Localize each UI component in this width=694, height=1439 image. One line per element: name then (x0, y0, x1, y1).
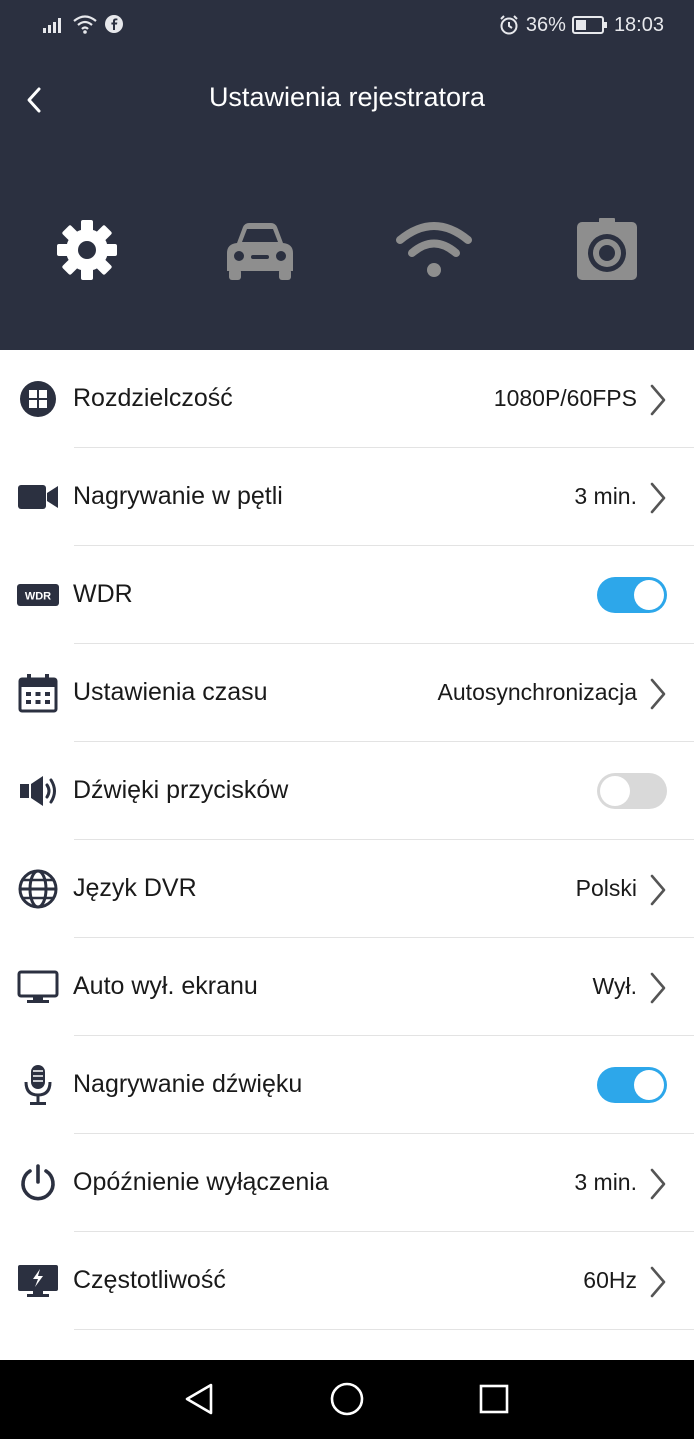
speaker-icon (17, 771, 59, 811)
setting-value: Wył. (592, 973, 637, 999)
wdr-icon-text: WDR (25, 591, 51, 603)
chevron-right-icon (650, 678, 666, 710)
setting-label: Dźwięki przycisków (73, 776, 289, 804)
chevron-right-icon (650, 1266, 666, 1298)
setting-loop-recording[interactable]: Nagrywanie w pętli 3 min. (0, 448, 694, 546)
camera-icon (577, 218, 637, 280)
globe-icon (17, 869, 59, 909)
wdr-toggle[interactable] (597, 577, 667, 613)
tab-camera[interactable] (562, 205, 652, 295)
setting-frequency[interactable]: Częstotliwość 60Hz (0, 1232, 694, 1330)
wdr-icon: WDR (17, 575, 59, 615)
divider (74, 1329, 694, 1330)
setting-label: Rozdzielczość (73, 384, 233, 412)
square-recents-icon (479, 1384, 509, 1414)
setting-label: WDR (73, 580, 133, 608)
triangle-back-icon (185, 1383, 213, 1415)
chevron-right-icon (650, 482, 666, 514)
monitor-icon (17, 967, 59, 1007)
tab-wifi[interactable] (389, 205, 479, 295)
setting-resolution[interactable]: Rozdzielczość 1080P/60FPS (0, 350, 694, 448)
setting-label: Język DVR (73, 874, 197, 902)
tab-general-settings[interactable] (42, 205, 132, 295)
gear-icon (57, 220, 117, 280)
video-camera-icon (17, 477, 59, 517)
alarm-icon (500, 15, 518, 35)
battery-percent: 36% (525, 14, 566, 36)
button-sounds-toggle[interactable] (597, 773, 667, 809)
setting-value: 3 min. (574, 1169, 637, 1195)
battery-icon (571, 16, 607, 34)
chevron-right-icon (650, 1168, 666, 1200)
setting-language[interactable]: Język DVR Polski (0, 840, 694, 938)
circle-home-icon (330, 1382, 364, 1416)
status-time: 18:03 (613, 14, 664, 36)
setting-audio-recording[interactable]: Nagrywanie dźwięku (0, 1036, 694, 1134)
microphone-icon (17, 1065, 59, 1105)
status-bar: 36% 18:03 (0, 0, 694, 52)
setting-value: Polski (575, 875, 637, 901)
setting-value: 3 min. (574, 483, 637, 509)
setting-shutdown-delay[interactable]: Opóźnienie wyłączenia 3 min. (0, 1134, 694, 1232)
setting-label: Nagrywanie dźwięku (73, 1070, 303, 1098)
calendar-icon (17, 673, 59, 713)
setting-wdr[interactable]: WDR WDR (0, 546, 694, 644)
settings-list: Rozdzielczość 1080P/60FPS Nagrywanie w p… (0, 350, 694, 1360)
app-header: 36% 18:03 Ustawienia rejestratora (0, 0, 694, 350)
setting-label: Nagrywanie w pętli (73, 482, 283, 510)
wifi-icon (396, 222, 472, 277)
nav-back-button[interactable] (174, 1376, 224, 1422)
nav-home-button[interactable] (322, 1376, 372, 1422)
facebook-icon (105, 15, 123, 33)
settings-tabs (0, 205, 694, 295)
setting-value: 60Hz (583, 1267, 637, 1293)
setting-time[interactable]: Ustawienia czasu Autosynchronizacja (0, 644, 694, 742)
car-icon (227, 223, 293, 280)
setting-button-sounds[interactable]: Dźwięki przycisków (0, 742, 694, 840)
grid-icon (17, 379, 59, 419)
setting-label: Ustawienia czasu (73, 678, 268, 706)
system-nav-bar (0, 1360, 694, 1439)
tab-vehicle[interactable] (215, 205, 305, 295)
wifi-status-icon (73, 15, 97, 34)
page-title: Ustawienia rejestratora (208, 82, 486, 112)
toggle-knob (600, 776, 630, 806)
power-icon (17, 1163, 59, 1203)
display-flash-icon (17, 1261, 59, 1301)
setting-screen-auto-off[interactable]: Auto wył. ekranu Wył. (0, 938, 694, 1036)
setting-label: Częstotliwość (73, 1266, 226, 1294)
setting-label: Auto wył. ekranu (73, 972, 258, 1000)
signal-icon (43, 18, 61, 33)
toggle-knob (634, 580, 664, 610)
nav-recents-button[interactable] (469, 1376, 519, 1422)
chevron-right-icon (650, 972, 666, 1004)
setting-value: Autosynchronizacja (437, 679, 637, 705)
toggle-knob (634, 1070, 664, 1100)
audio-recording-toggle[interactable] (597, 1067, 667, 1103)
setting-label: Opóźnienie wyłączenia (73, 1168, 329, 1196)
chevron-right-icon (650, 874, 666, 906)
chevron-right-icon (650, 384, 666, 416)
setting-value: 1080P/60FPS (493, 385, 637, 411)
